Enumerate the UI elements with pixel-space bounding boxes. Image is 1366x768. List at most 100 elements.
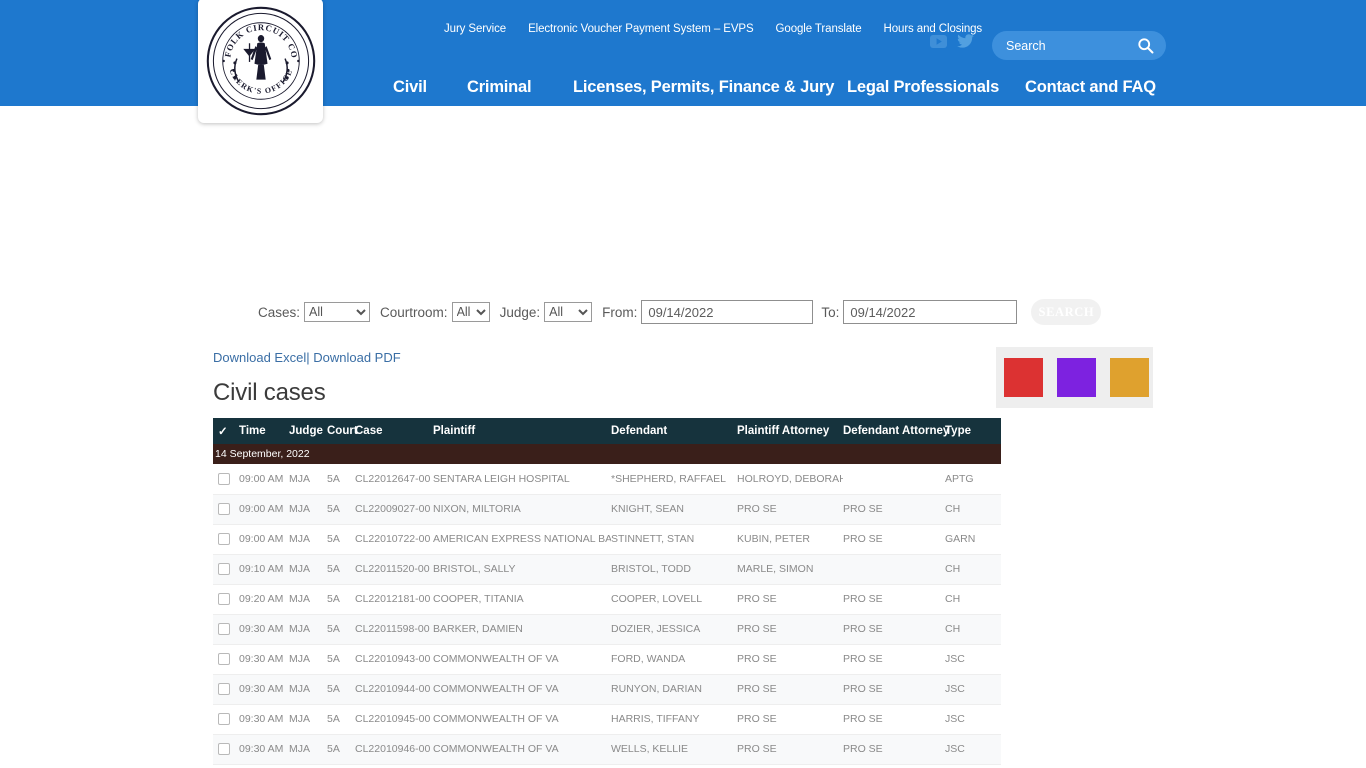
table-row[interactable]: 09:30 AM MJA 5A CL22010945-00 COMMONWEALTH O… [213, 704, 1001, 735]
cell-plaintiff: COMMONWEALTH OF VA [433, 764, 611, 768]
cell-defendant: HARRIS, TIFFANY [611, 704, 737, 735]
cell-type: CH [945, 584, 1001, 615]
cell-defendant-attorney: PRO SE [843, 764, 945, 768]
nav-item-licenses-permits-finance-jury[interactable]: Licenses, Permits, Finance & Jury [573, 78, 834, 97]
row-checkbox-cell [213, 734, 237, 765]
cell-court: 5A [327, 674, 355, 705]
row-checkbox[interactable] [218, 683, 230, 696]
courtroom-label: Courtroom: [380, 304, 448, 320]
from-date-input[interactable] [641, 300, 814, 324]
cell-plaintiff: AMERICAN EXPRESS NATIONAL BANK [433, 524, 611, 555]
table-row[interactable]: 09:00 AM MJA 5A CL22012647-00 SENTARA LEIGH … [213, 464, 1001, 495]
top-link-google-translate[interactable]: Google Translate [776, 16, 862, 43]
youtube-icon[interactable] [930, 34, 947, 48]
cell-court: 5A [327, 614, 355, 645]
table-row[interactable]: 09:30 AM MJA 5A CL22010943-00 COMMONWEALTH O… [213, 644, 1001, 675]
courtroom-select[interactable]: All [451, 302, 490, 322]
nav-item-contact-and-faq[interactable]: Contact and FAQ [1025, 78, 1156, 97]
cell-case: CL22009027-00 [355, 494, 433, 525]
cell-defendant: REDDICK-HYMAN, TERESA [611, 764, 737, 768]
share-tile-orange[interactable] [1110, 358, 1149, 397]
cell-defendant: WELLS, KELLIE [611, 734, 737, 765]
cases-table-container: ✓ Time Judge Court Case Plaintiff Defend… [213, 418, 1001, 768]
date-group-row: 14 September, 2022 [213, 444, 1001, 464]
row-checkbox[interactable] [218, 563, 230, 576]
column-header-time[interactable]: Time [237, 418, 289, 444]
top-link-jury-service[interactable]: Jury Service [444, 16, 506, 43]
table-row[interactable]: 09:00 AM MJA 5A CL22009027-00 NIXON, MILTORI… [213, 494, 1001, 525]
table-row[interactable]: 09:30 AM MJA 5A CL22010946-00 COMMONWEALTH O… [213, 734, 1001, 765]
download-separator: | [306, 350, 310, 365]
row-checkbox[interactable] [218, 623, 230, 636]
download-pdf-link[interactable]: Download PDF [313, 350, 400, 365]
row-checkbox[interactable] [218, 503, 230, 516]
search-button[interactable]: SEARCH [1031, 299, 1102, 325]
column-header-defendant[interactable]: Defendant [611, 418, 737, 444]
cell-court: 5A [327, 464, 355, 495]
cell-plaintiff-attorney: PRO SE [737, 674, 843, 705]
twitter-icon[interactable] [957, 34, 974, 48]
cell-court: 5A [327, 734, 355, 765]
search-input[interactable] [992, 32, 1112, 59]
row-checkbox[interactable] [218, 743, 230, 756]
column-header-plaintiff[interactable]: Plaintiff [433, 418, 611, 444]
judge-select[interactable]: All [544, 302, 593, 322]
cell-time: 09:30 AM [237, 614, 289, 645]
site-logo[interactable]: NORFOLK CIRCUIT COURT CLERK'S OFFICE [198, 0, 323, 123]
cell-time: 09:00 AM [237, 464, 289, 495]
table-row[interactable]: 09:30 AM MJA 5A CL22010944-00 COMMONWEALTH O… [213, 674, 1001, 705]
cell-court: 5A [327, 764, 355, 768]
table-row[interactable]: 09:20 AM MJA 5A CL22012181-00 COOPER, TITANI… [213, 584, 1001, 615]
column-header-defendant-attorney[interactable]: Defendant Attorney [843, 418, 949, 444]
row-checkbox[interactable] [218, 653, 230, 666]
cell-defendant-attorney: PRO SE [843, 674, 945, 705]
row-checkbox[interactable] [218, 472, 230, 485]
download-excel-link[interactable]: Download Excel [213, 350, 306, 365]
nav-item-criminal[interactable]: Criminal [467, 78, 532, 97]
cell-judge: MJA [289, 494, 327, 525]
column-header-judge[interactable]: Judge [289, 418, 327, 444]
table-row[interactable]: 09:30 AM MJA 5A CL22011598-00 BARKER, DAMIEN… [213, 614, 1001, 645]
cell-court: 5A [327, 644, 355, 675]
cases-select[interactable]: All [304, 302, 371, 322]
cell-plaintiff: BARKER, DAMIEN [433, 614, 611, 645]
share-tile-red[interactable] [1004, 358, 1043, 397]
column-header-case[interactable]: Case [355, 418, 433, 444]
to-date-input[interactable] [843, 300, 1018, 324]
cell-judge: MJA [289, 464, 327, 495]
row-checkbox-cell [213, 554, 237, 585]
row-checkbox[interactable] [218, 533, 230, 546]
table-row[interactable]: 09:00 AM MJA 5A CL22010722-00 AMERICAN EXPRE… [213, 524, 1001, 555]
nav-item-civil[interactable]: Civil [393, 78, 427, 97]
column-header-plaintiff-attorney[interactable]: Plaintiff Attorney [737, 418, 843, 444]
cell-defendant-attorney: PRO SE [843, 524, 945, 555]
cell-plaintiff: COOPER, TITANIA [433, 584, 611, 615]
cell-plaintiff-attorney: PRO SE [737, 584, 843, 615]
cell-type: CH [945, 554, 1001, 585]
row-checkbox[interactable] [218, 593, 230, 606]
share-tile-purple[interactable] [1057, 358, 1096, 397]
cell-court: 5A [327, 584, 355, 615]
table-row[interactable]: 09:10 AM MJA 5A CL22011520-00 BRISTOL, SALLY… [213, 554, 1001, 585]
column-header-type[interactable]: Type [945, 418, 1001, 444]
cell-type: GARN [945, 524, 1001, 555]
cell-plaintiff-attorney: MARLE, SIMON [737, 554, 843, 585]
cell-defendant-attorney: PRO SE [843, 734, 945, 765]
cell-court: 5A [327, 704, 355, 735]
table-row[interactable]: 09:30 AMMJA5ACL22010947-00COMMONWEALTH O… [213, 764, 1001, 768]
cell-type: JSC [945, 704, 1001, 735]
top-links: Jury Service Electronic Voucher Payment … [444, 16, 982, 43]
row-checkbox-cell [213, 614, 237, 645]
search-icon[interactable] [1137, 37, 1154, 54]
cell-case: CL22010947-00 [355, 764, 433, 768]
row-checkbox[interactable] [218, 713, 230, 726]
column-header-select-all[interactable]: ✓ [213, 418, 237, 444]
column-header-court[interactable]: Court [327, 418, 358, 444]
header-search-box[interactable] [992, 31, 1166, 60]
cell-defendant-attorney: PRO SE [843, 704, 945, 735]
row-checkbox-cell [213, 464, 237, 495]
top-link-evps[interactable]: Electronic Voucher Payment System – EVPS [528, 16, 754, 43]
nav-item-legal-professionals[interactable]: Legal Professionals [847, 78, 999, 97]
cell-judge: MJA [289, 764, 327, 768]
share-widget [996, 347, 1153, 408]
